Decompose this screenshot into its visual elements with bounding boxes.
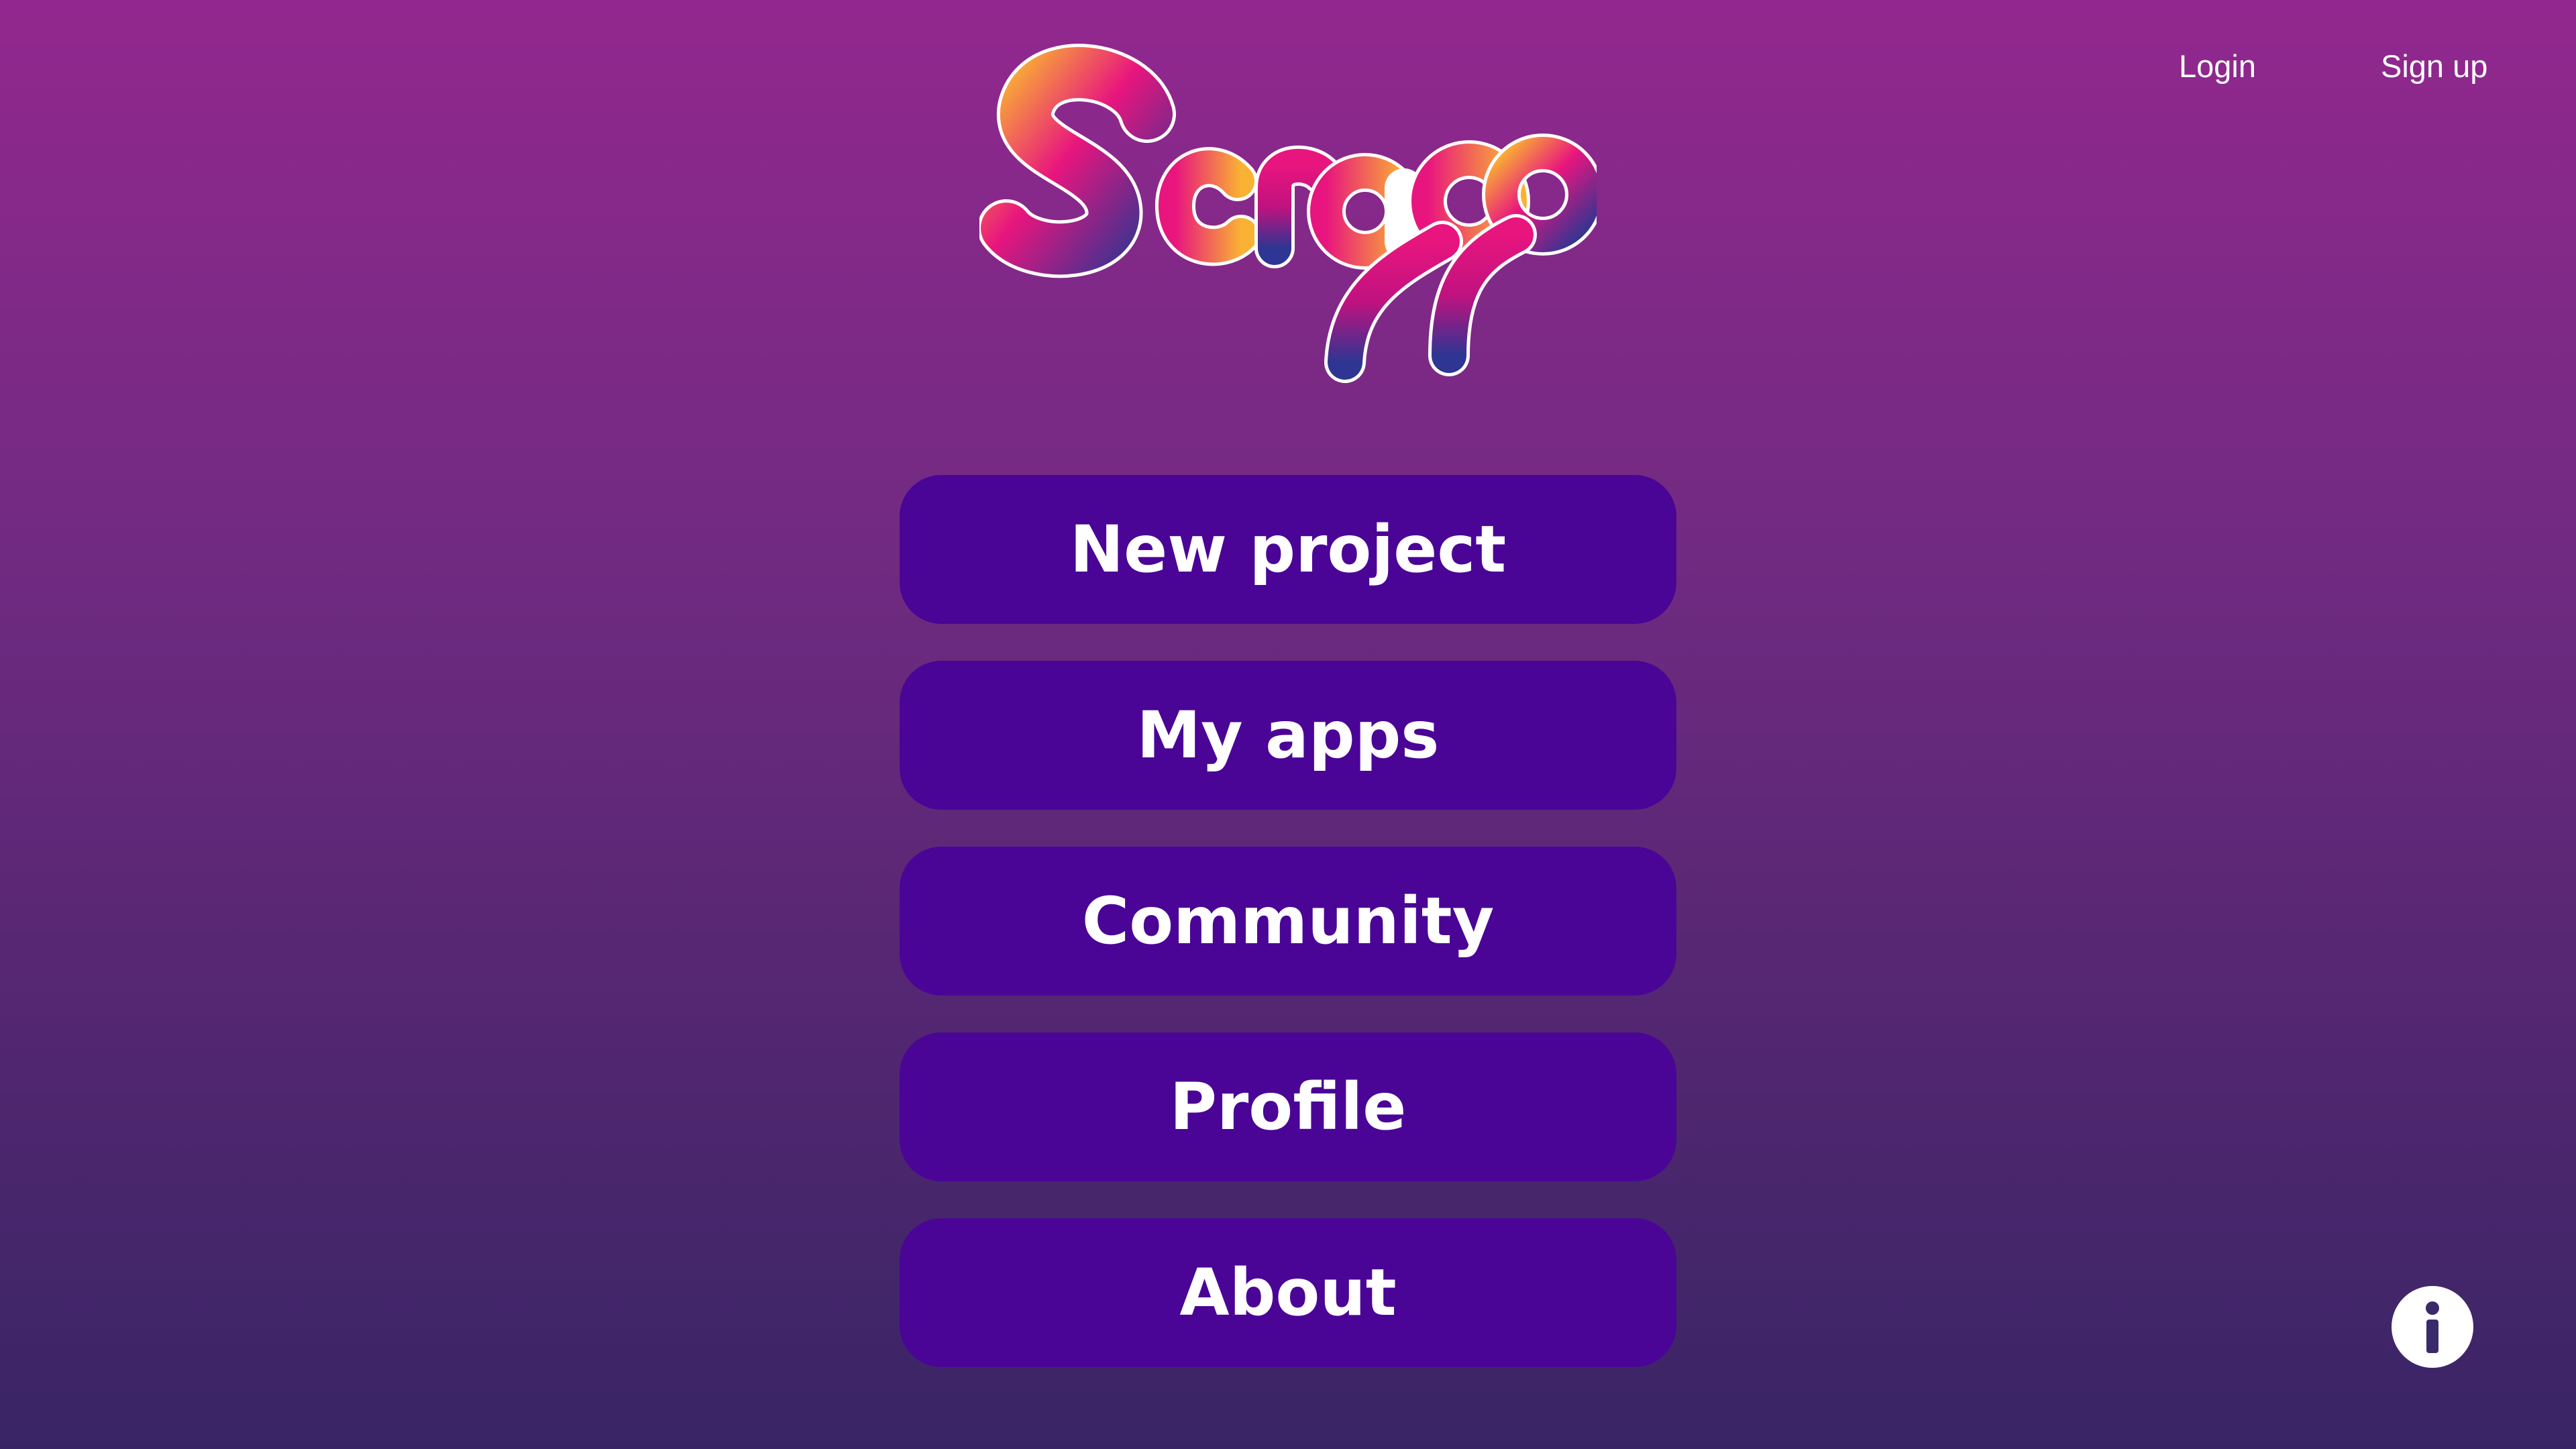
info-icon bbox=[2426, 1301, 2439, 1353]
about-button[interactable]: About bbox=[900, 1218, 1676, 1367]
signup-link[interactable]: Sign up bbox=[2381, 48, 2487, 85]
scrapp-logo bbox=[977, 40, 1604, 402]
new-project-button[interactable]: New project bbox=[900, 475, 1676, 624]
profile-button[interactable]: Profile bbox=[900, 1032, 1676, 1181]
main-menu: New project My apps Community Profile Ab… bbox=[900, 475, 1676, 1404]
community-button[interactable]: Community bbox=[900, 847, 1676, 996]
my-apps-button[interactable]: My apps bbox=[900, 661, 1676, 810]
login-link[interactable]: Login bbox=[2179, 48, 2256, 85]
info-button[interactable] bbox=[2392, 1286, 2473, 1368]
